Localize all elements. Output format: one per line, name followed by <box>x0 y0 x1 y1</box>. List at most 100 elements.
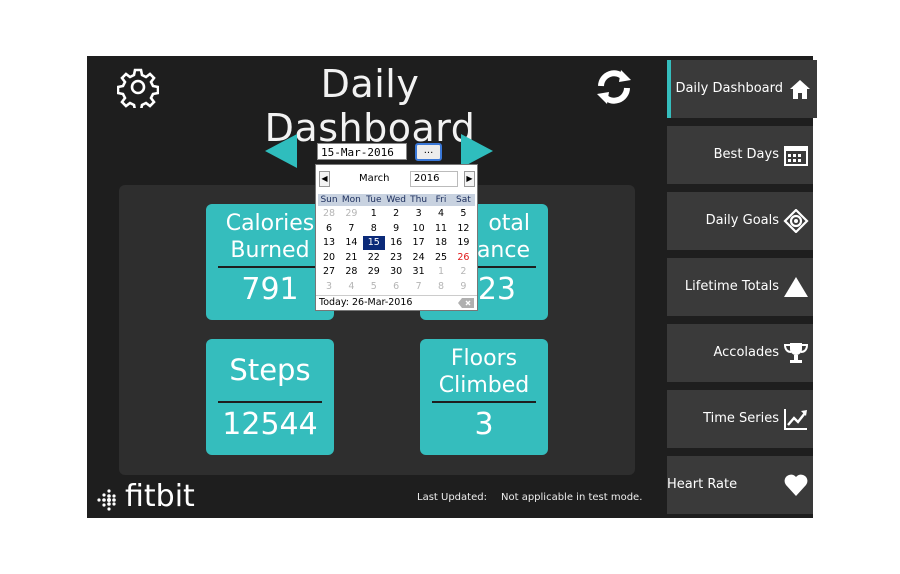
calendar-day[interactable]: 8 <box>430 280 452 294</box>
triangle-icon <box>784 277 808 297</box>
last-updated-label: Last Updated: <box>417 492 487 503</box>
calendar-day[interactable]: 27 <box>318 265 340 279</box>
calendar-day[interactable]: 16 <box>385 236 407 250</box>
calendar-day[interactable]: 15 <box>362 236 385 250</box>
clear-icon[interactable] <box>458 298 474 308</box>
calendar-day[interactable]: 7 <box>340 222 362 236</box>
calendar-day[interactable]: 2 <box>385 207 407 221</box>
sidebar-item-label: Daily Dashboard <box>675 81 783 96</box>
weekday-label: Sat <box>456 195 471 205</box>
sidebar-item-accolades[interactable]: Accolades <box>667 324 813 382</box>
calendar-day[interactable]: 18 <box>430 236 452 250</box>
calendar-footer: Today: 26-Mar-2016 <box>316 295 477 311</box>
sidebar-item-label: Daily Goals <box>705 213 779 228</box>
calendar-popup: ◀ March 2016 ▶ Sun Mon Tue Wed Thu Fri Sat Tod… <box>315 164 478 311</box>
calendar-day[interactable]: 22 <box>363 251 385 265</box>
calendar-day[interactable]: 4 <box>430 207 452 221</box>
calendar-day[interactable]: 12 <box>452 222 474 236</box>
calendar-month[interactable]: March <box>359 173 389 184</box>
floors-tile: Floors Climbed 3 <box>420 339 548 455</box>
gear-icon[interactable] <box>117 66 159 108</box>
steps-tile: Steps 12544 <box>206 339 334 455</box>
calendar-day[interactable]: 3 <box>318 280 340 294</box>
previous-day-arrow[interactable] <box>265 134 297 168</box>
calendar-day[interactable]: 9 <box>452 280 474 294</box>
weekday-label: Thu <box>410 195 428 205</box>
calendar-day[interactable]: 28 <box>318 207 340 221</box>
next-day-arrow[interactable] <box>461 134 493 168</box>
calendar-day[interactable]: 1 <box>363 207 385 221</box>
calendar-day[interactable]: 31 <box>408 265 430 279</box>
calendar-day[interactable]: 24 <box>408 251 430 265</box>
divider <box>218 401 322 403</box>
calendar-day[interactable]: 14 <box>340 236 362 250</box>
calendar-year-spinner[interactable]: 2016 <box>410 171 458 187</box>
calendar-day[interactable]: 23 <box>385 251 407 265</box>
steps-value: 12544 <box>222 407 318 442</box>
calendar-day[interactable]: 29 <box>340 207 362 221</box>
calendar-day[interactable]: 4 <box>340 280 362 294</box>
sidebar-item-label: Best Days <box>713 147 779 162</box>
weekday-label: Tue <box>366 195 382 205</box>
sidebar-item-label: Heart Rate Zones <box>667 477 738 550</box>
date-picker-button[interactable]: ... <box>415 143 442 161</box>
calendar-day[interactable]: 20 <box>318 251 340 265</box>
sidebar-item-time-series[interactable]: Time Series <box>667 390 813 448</box>
today-link[interactable]: Today: 26-Mar-2016 <box>319 297 412 308</box>
calendar-day[interactable]: 30 <box>385 265 407 279</box>
weekday-label: Mon <box>341 195 361 205</box>
sidebar-item-lifetime-totals[interactable]: Lifetime Totals <box>667 258 813 316</box>
calendar-day[interactable]: 2 <box>452 265 474 279</box>
weekday-label: Sun <box>320 195 338 205</box>
calendar-day[interactable]: 19 <box>452 236 474 250</box>
calendar-day[interactable]: 6 <box>385 280 407 294</box>
sidebar-item-daily-dashboard[interactable]: Daily Dashboard <box>667 60 817 118</box>
calendar-day[interactable]: 6 <box>318 222 340 236</box>
sidebar-item-label: Accolades <box>713 345 779 360</box>
calendar-nav: ◀ March 2016 ▶ <box>319 169 475 189</box>
sidebar-item-label: Lifetime Totals <box>684 279 779 294</box>
calendar-day[interactable]: 21 <box>340 251 362 265</box>
calendar-icon <box>784 146 808 166</box>
trend-chart-icon <box>784 409 807 430</box>
trophy-icon <box>783 343 809 363</box>
brand-logo-text: fitbit <box>125 479 195 514</box>
sidebar-item-daily-goals[interactable]: Daily Goals <box>667 192 813 250</box>
sidebar: Daily Dashboard Best Days Daily Goals Lifet… <box>667 56 817 550</box>
calendar-day[interactable]: 25 <box>430 251 452 265</box>
last-updated-value: Not applicable in test mode. <box>501 492 643 503</box>
weekday-label: Wed <box>386 195 406 205</box>
sidebar-item-best-days[interactable]: Best Days <box>667 126 813 184</box>
weekday-header: Sun Mon Tue Wed Thu Fri Sat <box>318 194 475 206</box>
calendar-day[interactable]: 28 <box>340 265 362 279</box>
calendar-day[interactable]: 9 <box>385 222 407 236</box>
heart-icon <box>784 474 808 496</box>
calendar-day[interactable]: 3 <box>408 207 430 221</box>
previous-month-button[interactable]: ◀ <box>319 171 330 187</box>
calendar-day[interactable]: 11 <box>430 222 452 236</box>
refresh-icon[interactable] <box>593 66 635 108</box>
sidebar-item-label: Time Series <box>703 411 779 426</box>
calendar-day[interactable]: 8 <box>363 222 385 236</box>
next-month-button[interactable]: ▶ <box>464 171 475 187</box>
sidebar-item-heart-rate-zones[interactable]: Heart Rate Zones <box>667 456 813 550</box>
date-field[interactable]: 15-Mar-2016 <box>317 143 407 160</box>
fitbit-logo-icon <box>97 489 116 511</box>
steps-label: Steps <box>229 353 311 387</box>
divider <box>432 401 536 403</box>
calendar-day[interactable]: 29 <box>363 265 385 279</box>
calendar-day[interactable]: 5 <box>452 207 474 221</box>
calendar-day[interactable]: 13 <box>318 236 340 250</box>
calendar-day[interactable]: 26 <box>452 251 474 265</box>
calendar-day[interactable]: 7 <box>408 280 430 294</box>
floors-label-line1: Floors <box>450 346 518 371</box>
calendar-day[interactable]: 5 <box>363 280 385 294</box>
floors-label-line2: Climbed <box>438 373 530 398</box>
calendar-day[interactable]: 17 <box>408 236 430 250</box>
target-icon <box>783 209 809 233</box>
floors-value: 3 <box>474 407 494 442</box>
calendar-day[interactable]: 10 <box>408 222 430 236</box>
calendar-day[interactable]: 1 <box>430 265 452 279</box>
weekday-label: Fri <box>435 195 447 205</box>
divider <box>218 266 322 268</box>
